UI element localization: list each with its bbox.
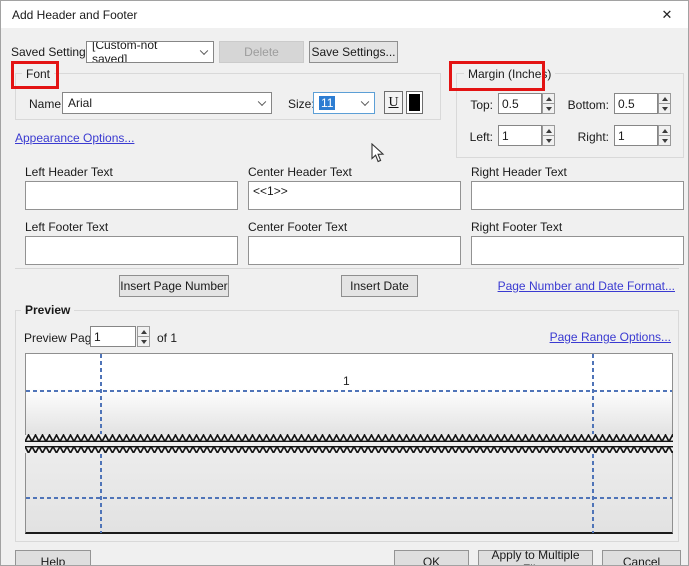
saved-settings-label: Saved Settings:	[11, 45, 95, 59]
margin-guide-left	[100, 354, 102, 434]
margin-top-input[interactable]	[498, 93, 542, 114]
center-header-label: Center Header Text	[248, 165, 352, 179]
margin-right-label: Right:	[572, 130, 609, 144]
chevron-down-icon	[200, 47, 208, 55]
right-header-text-input[interactable]	[471, 181, 684, 210]
insert-page-number-button[interactable]: Insert Page Number	[119, 275, 229, 297]
spin-up-button[interactable]	[542, 93, 555, 104]
close-button[interactable]: ✕	[658, 6, 676, 24]
margin-top-stepper	[542, 93, 555, 114]
preview-group-label: Preview	[21, 303, 74, 317]
right-footer-label: Right Footer Text	[471, 220, 562, 234]
font-highlight-box	[11, 61, 59, 89]
margin-guide-bottom	[26, 497, 672, 499]
page-range-options-link[interactable]: Page Range Options...	[550, 330, 671, 344]
delete-button[interactable]: Delete	[219, 41, 304, 63]
appearance-options-link[interactable]: Appearance Options...	[15, 131, 134, 145]
spin-up-button[interactable]	[137, 326, 150, 337]
help-button[interactable]: Help	[15, 550, 91, 566]
font-size-dropdown[interactable]: 11	[313, 92, 375, 114]
spin-down-button[interactable]	[658, 136, 671, 146]
font-name-value: Arial	[68, 96, 92, 110]
cancel-button[interactable]: Cancel	[602, 550, 681, 566]
font-size-label: Size:	[288, 97, 315, 111]
margin-top-label: Top:	[467, 98, 493, 112]
margin-highlight-box	[449, 61, 545, 91]
right-header-label: Right Header Text	[471, 165, 567, 179]
font-name-label: Name:	[29, 97, 64, 111]
margin-guide-top	[26, 390, 672, 392]
title-bar: Add Header and Footer ✕	[1, 1, 688, 28]
ok-button[interactable]: OK	[394, 550, 469, 566]
left-footer-text-input[interactable]	[25, 236, 238, 265]
spin-down-button[interactable]	[542, 136, 555, 146]
right-footer-text-input[interactable]	[471, 236, 684, 265]
preview-page-bottom	[25, 453, 673, 534]
add-header-footer-dialog: Add Header and Footer ✕ Saved Settings: …	[0, 0, 689, 566]
page-number-date-format-link[interactable]: Page Number and Date Format...	[498, 279, 675, 293]
margin-bottom-stepper	[658, 93, 671, 114]
saved-settings-value: [Custom-not saved]	[92, 41, 195, 63]
saved-settings-dropdown[interactable]: [Custom-not saved]	[86, 41, 214, 63]
margin-bottom-input[interactable]	[614, 93, 658, 114]
torn-edge-bottom	[25, 434, 673, 442]
margin-bottom-label: Bottom:	[564, 98, 609, 112]
preview-page-top	[25, 353, 673, 435]
margin-guide-right	[592, 354, 594, 434]
chevron-down-icon	[361, 98, 369, 106]
insert-date-button[interactable]: Insert Date	[341, 275, 418, 297]
preview-page-input[interactable]	[90, 326, 136, 347]
preview-header-number: 1	[343, 374, 350, 388]
font-size-value: 11	[319, 96, 335, 110]
save-settings-button[interactable]: Save Settings...	[309, 41, 398, 63]
color-fill	[409, 94, 420, 111]
margin-left-label: Left:	[467, 130, 493, 144]
preview-page-label: Preview Page	[24, 331, 98, 345]
spin-down-button[interactable]	[137, 337, 150, 347]
spin-up-button[interactable]	[658, 93, 671, 104]
center-footer-text-input[interactable]	[248, 236, 461, 265]
underline-icon: U	[388, 95, 398, 111]
font-color-swatch-button[interactable]	[406, 91, 423, 114]
margin-left-stepper	[542, 125, 555, 146]
center-header-text-input[interactable]: <<1>>	[248, 181, 461, 210]
margin-guide-right-lower	[592, 454, 594, 533]
margin-guide-left-lower	[100, 454, 102, 533]
separator-line	[15, 268, 679, 269]
spin-up-button[interactable]	[542, 125, 555, 136]
mouse-cursor	[371, 143, 385, 163]
apply-to-multiple-files-button[interactable]: Apply to Multiple Files	[478, 550, 593, 566]
spin-up-button[interactable]	[658, 125, 671, 136]
preview-page-stepper	[137, 326, 150, 347]
margin-left-input[interactable]	[498, 125, 542, 146]
preview-of-label: of 1	[157, 331, 177, 345]
margin-right-stepper	[658, 125, 671, 146]
close-icon: ✕	[662, 7, 673, 23]
chevron-down-icon	[258, 98, 266, 106]
underline-button[interactable]: U	[384, 91, 403, 114]
left-header-label: Left Header Text	[25, 165, 113, 179]
spin-down-button[interactable]	[658, 104, 671, 114]
center-footer-label: Center Footer Text	[248, 220, 347, 234]
margin-right-input[interactable]	[614, 125, 658, 146]
spin-down-button[interactable]	[542, 104, 555, 114]
page-title: Add Header and Footer	[12, 8, 137, 22]
font-name-dropdown[interactable]: Arial	[62, 92, 272, 114]
left-footer-label: Left Footer Text	[25, 220, 108, 234]
left-header-text-input[interactable]	[25, 181, 238, 210]
